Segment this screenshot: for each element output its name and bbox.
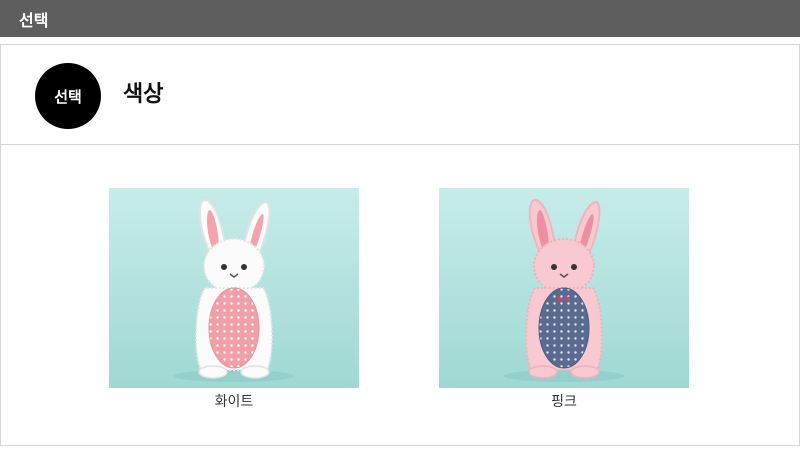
option-white[interactable]: 화이트	[109, 188, 359, 412]
select-badge: 선택	[35, 63, 101, 129]
option-label: 핑크	[551, 394, 577, 410]
top-bar: 선택	[0, 0, 800, 37]
option-panel: 선택 색상 화이트 핑크	[0, 44, 800, 446]
white-bunny-image[interactable]	[109, 188, 359, 388]
top-bar-title: 선택	[19, 10, 49, 30]
option-title: 색상	[123, 82, 164, 107]
option-header: 선택 색상	[1, 45, 799, 145]
option-label: 화이트	[214, 394, 254, 410]
pink-bunny-image[interactable]	[439, 188, 689, 388]
option-pink[interactable]: 핑크	[439, 188, 689, 412]
